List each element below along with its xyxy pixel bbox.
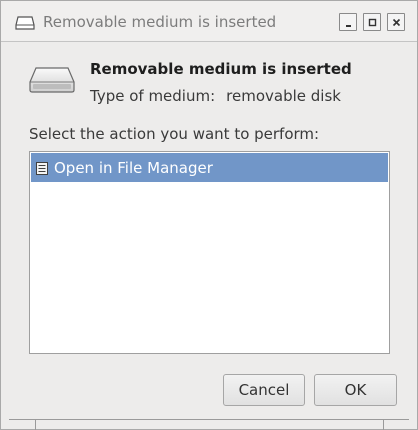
cancel-button[interactable]: Cancel: [223, 374, 305, 406]
close-icon: [392, 18, 401, 27]
maximize-button[interactable]: [363, 13, 381, 31]
divider-tick: [383, 420, 384, 430]
minimize-icon: [346, 25, 351, 27]
dialog-heading: Removable medium is inserted: [90, 60, 352, 78]
divider-tick: [35, 420, 36, 430]
medium-type-value: removable disk: [226, 87, 341, 105]
title-bar[interactable]: Removable medium is inserted: [1, 1, 417, 42]
action-prompt: Select the action you want to perform:: [29, 125, 320, 143]
maximize-icon: [368, 18, 377, 27]
close-button[interactable]: [387, 13, 405, 31]
minimize-button[interactable]: [339, 13, 357, 31]
removable-disk-icon: [29, 67, 75, 97]
bottom-divider: [9, 419, 409, 430]
dialog-window: Removable medium is inserted Removable m…: [0, 0, 418, 430]
window-title: Removable medium is inserted: [43, 13, 277, 31]
drive-icon: [15, 15, 35, 34]
action-list[interactable]: Open in File Manager: [29, 151, 390, 354]
medium-type-row: Type of medium: removable disk: [90, 87, 341, 105]
medium-type-label: Type of medium:: [90, 87, 216, 105]
list-item-label: Open in File Manager: [54, 159, 213, 177]
file-manager-icon: [36, 161, 49, 180]
ok-button[interactable]: OK: [314, 374, 397, 406]
list-item-open-file-manager[interactable]: Open in File Manager: [31, 153, 388, 182]
